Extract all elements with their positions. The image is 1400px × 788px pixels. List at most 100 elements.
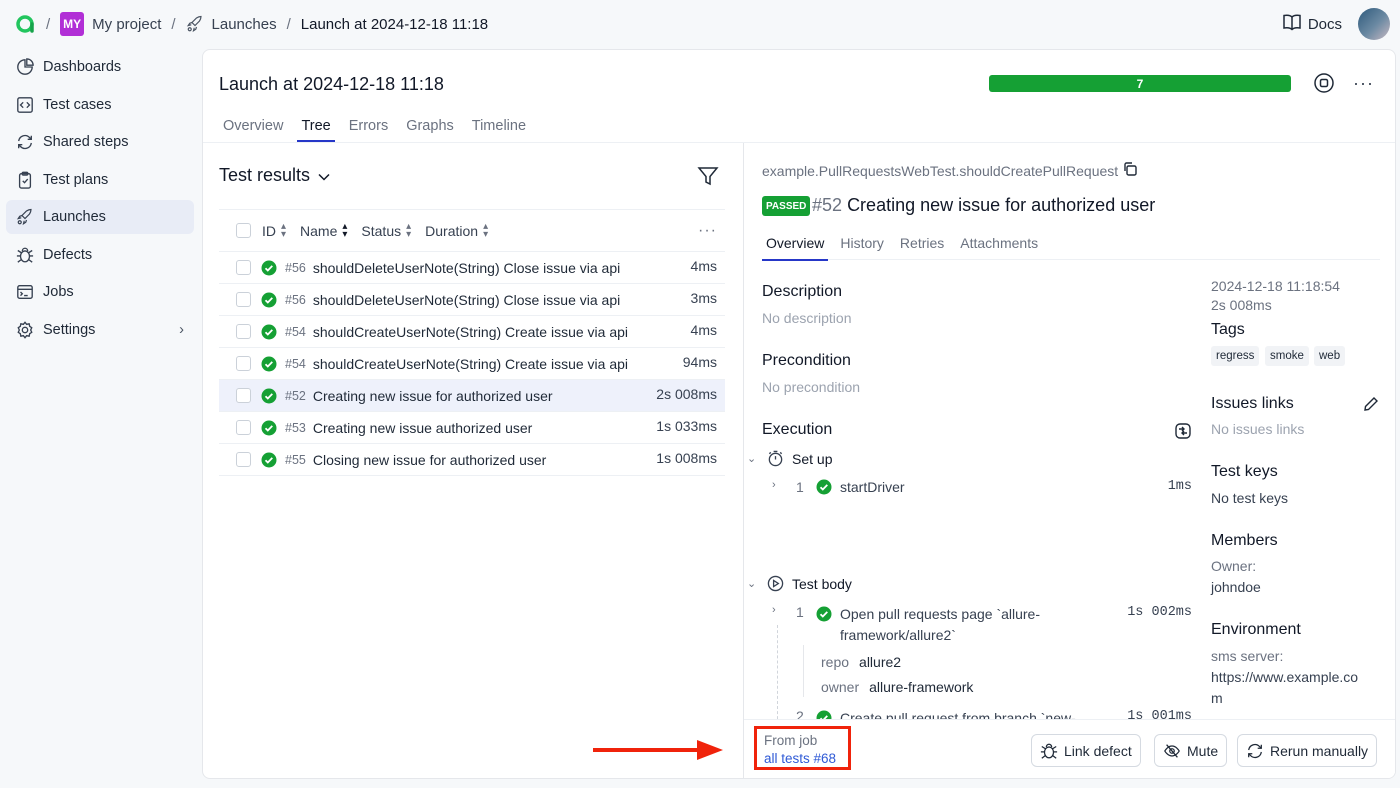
job-link[interactable]: all tests #68 xyxy=(764,750,841,768)
table-row[interactable]: #56 shouldDeleteUserNote(String) Close is… xyxy=(219,252,725,284)
stop-launch-button[interactable] xyxy=(1313,72,1335,95)
tag[interactable]: regress xyxy=(1211,346,1260,366)
sidebar-item-jobs[interactable]: Jobs xyxy=(6,275,194,309)
table-row[interactable]: #56 shouldDeleteUserNote(String) Close is… xyxy=(219,284,725,316)
bug-icon xyxy=(15,245,35,265)
row-checkbox[interactable] xyxy=(236,292,251,307)
row-id: #56 xyxy=(285,260,306,275)
link-defect-button[interactable]: Link defect xyxy=(1031,734,1141,767)
test-results-pane: Test results ID ▴ ▾ Name ▴ ▾ Status ▴ ▾ Durati… xyxy=(203,143,743,778)
row-id: #54 xyxy=(285,356,306,371)
row-checkbox[interactable] xyxy=(236,324,251,339)
row-name: shouldDeleteUserNote(String) Close issue… xyxy=(312,291,621,308)
launch-progress-bar[interactable]: 7 xyxy=(989,75,1291,92)
tags-heading: Tags xyxy=(1211,321,1245,338)
tab-overview[interactable]: Overview xyxy=(762,231,829,261)
table-header: ID ▴ ▾ Name ▴ ▾ Status ▴ ▾ Duration ▴ ▾ ··· xyxy=(219,209,725,252)
annotation-arrow-icon xyxy=(593,740,723,760)
sidebar-item-test-plans[interactable]: Test plans xyxy=(6,163,194,197)
sidebar-item-label: Defects xyxy=(43,246,93,263)
row-duration: 1s 008ms xyxy=(656,450,717,466)
test-body-group[interactable]: ⌄ Test body xyxy=(747,575,852,592)
refresh-icon xyxy=(1246,742,1264,760)
sidebar-item-settings[interactable]: Settings › xyxy=(6,313,194,347)
column-duration[interactable]: Duration ▴ ▾ xyxy=(425,221,488,239)
chevron-right-icon: › xyxy=(179,321,184,338)
code-icon xyxy=(15,95,35,115)
sidebar-item-label: Launches xyxy=(43,209,106,225)
test-results-dropdown[interactable]: Test results xyxy=(219,165,330,186)
table-row[interactable]: #53 Creating new issue authorized user 1s … xyxy=(219,412,725,444)
table-row[interactable]: #55 Closing new issue for authorized user… xyxy=(219,444,725,476)
mute-button[interactable]: Mute xyxy=(1154,734,1228,767)
sidebar-item-dashboards[interactable]: Dashboards xyxy=(6,50,194,84)
sidebar-item-label: Dashboards xyxy=(43,59,122,75)
sort-icon: ▴ ▾ xyxy=(342,220,348,240)
environment-value-wrap: m xyxy=(1211,690,1223,706)
breadcrumb-project[interactable]: My project xyxy=(92,16,161,33)
table-row[interactable]: #52 Creating new issue for authorized use… xyxy=(219,380,725,412)
row-id: #53 xyxy=(285,420,306,435)
tab-errors[interactable]: Errors xyxy=(345,114,392,142)
edit-pencil-icon[interactable] xyxy=(1363,396,1379,415)
row-name: Closing new issue for authorized user xyxy=(312,451,547,468)
tab-history[interactable]: History xyxy=(836,231,888,260)
table-row[interactable]: #54 shouldCreateUserNote(String) Create i… xyxy=(219,316,725,348)
tag[interactable]: web xyxy=(1314,346,1346,366)
rerun-manually-button[interactable]: Rerun manually xyxy=(1237,734,1378,767)
eye-off-icon xyxy=(1163,742,1181,760)
environment-heading: Environment xyxy=(1211,621,1301,638)
row-checkbox[interactable] xyxy=(236,260,251,275)
row-checkbox[interactable] xyxy=(236,452,251,467)
docs-label: Docs xyxy=(1307,15,1342,33)
docs-link[interactable]: Docs xyxy=(1282,13,1342,35)
body-step-1[interactable]: › 1 Open pull requests page `allure-fram… xyxy=(772,604,1192,646)
column-status[interactable]: Status ▴ ▾ xyxy=(361,221,411,239)
execution-heading: Execution xyxy=(762,421,833,438)
tab-timeline[interactable]: Timeline xyxy=(468,114,530,142)
row-checkbox[interactable] xyxy=(236,420,251,435)
breadcrumb-launches[interactable]: Launches xyxy=(212,16,277,33)
test-id: #52 xyxy=(812,195,843,215)
setup-group[interactable]: ⌄ Set up xyxy=(747,450,832,467)
row-checkbox[interactable] xyxy=(236,356,251,371)
tab-tree[interactable]: Tree xyxy=(297,114,336,142)
sidebar-item-test-cases[interactable]: Test cases xyxy=(6,88,194,122)
tab-overview[interactable]: Overview xyxy=(219,114,287,142)
row-duration: 3ms xyxy=(690,290,717,306)
passed-icon xyxy=(261,356,277,372)
sidebar: Dashboards Test cases Shared steps Test … xyxy=(6,50,194,350)
chevron-down-icon: ⌄ xyxy=(747,453,757,465)
tab-graphs[interactable]: Graphs xyxy=(402,114,458,142)
link-defect-label: Link defect xyxy=(1064,742,1132,759)
tag[interactable]: smoke xyxy=(1265,346,1309,366)
sidebar-item-shared-steps[interactable]: Shared steps xyxy=(6,125,194,159)
tab-attachments[interactable]: Attachments xyxy=(956,231,1042,260)
filter-icon[interactable] xyxy=(697,165,719,190)
setup-step[interactable]: › 1 startDriver 1ms xyxy=(772,479,1192,495)
row-id: #56 xyxy=(285,292,306,307)
row-checkbox[interactable] xyxy=(236,388,251,403)
allure-logo-icon[interactable] xyxy=(14,13,36,35)
more-actions-button[interactable]: ··· xyxy=(1353,74,1374,92)
user-avatar[interactable] xyxy=(1358,8,1390,40)
owner-value: johndoe xyxy=(1211,579,1261,595)
select-all-checkbox[interactable] xyxy=(236,223,251,238)
start-datetime: 2024-12-18 11:18:54 xyxy=(1211,278,1340,294)
step-name: Open pull requests page `allure-framewor… xyxy=(840,606,1041,643)
full-name: example.PullRequestsWebTest.shouldCreate… xyxy=(762,161,1138,180)
table-row[interactable]: #54 shouldCreateUserNote(String) Create i… xyxy=(219,348,725,380)
issues-text: No issues links xyxy=(1211,421,1305,437)
copy-icon[interactable] xyxy=(1122,161,1138,180)
precondition-text: No precondition xyxy=(762,379,861,395)
tab-retries[interactable]: Retries xyxy=(896,231,948,260)
column-id[interactable]: ID ▴ ▾ xyxy=(262,221,286,239)
column-options-icon[interactable]: ··· xyxy=(698,222,717,240)
detail-footer: From job all tests #68 Link defect Mute … xyxy=(744,719,1395,778)
expand-collapse-icon[interactable] xyxy=(1174,422,1192,443)
sidebar-item-launches[interactable]: Launches xyxy=(6,200,194,234)
step-duration: 1ms xyxy=(1167,479,1192,494)
column-name[interactable]: Name ▴ ▾ xyxy=(300,220,348,240)
sidebar-item-defects[interactable]: Defects xyxy=(6,238,194,272)
breadcrumb-separator: / xyxy=(46,15,51,33)
